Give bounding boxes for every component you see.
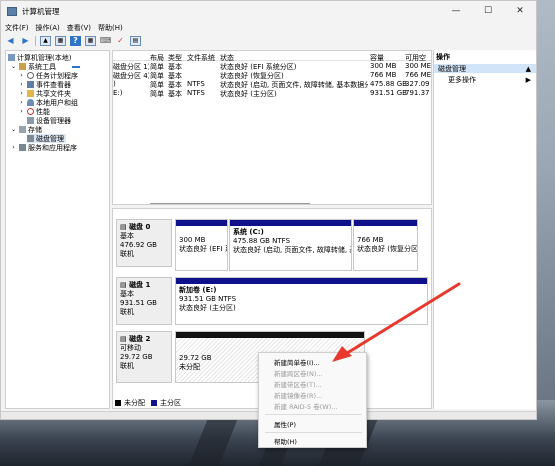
annotation-arrow-icon — [332, 282, 461, 362]
